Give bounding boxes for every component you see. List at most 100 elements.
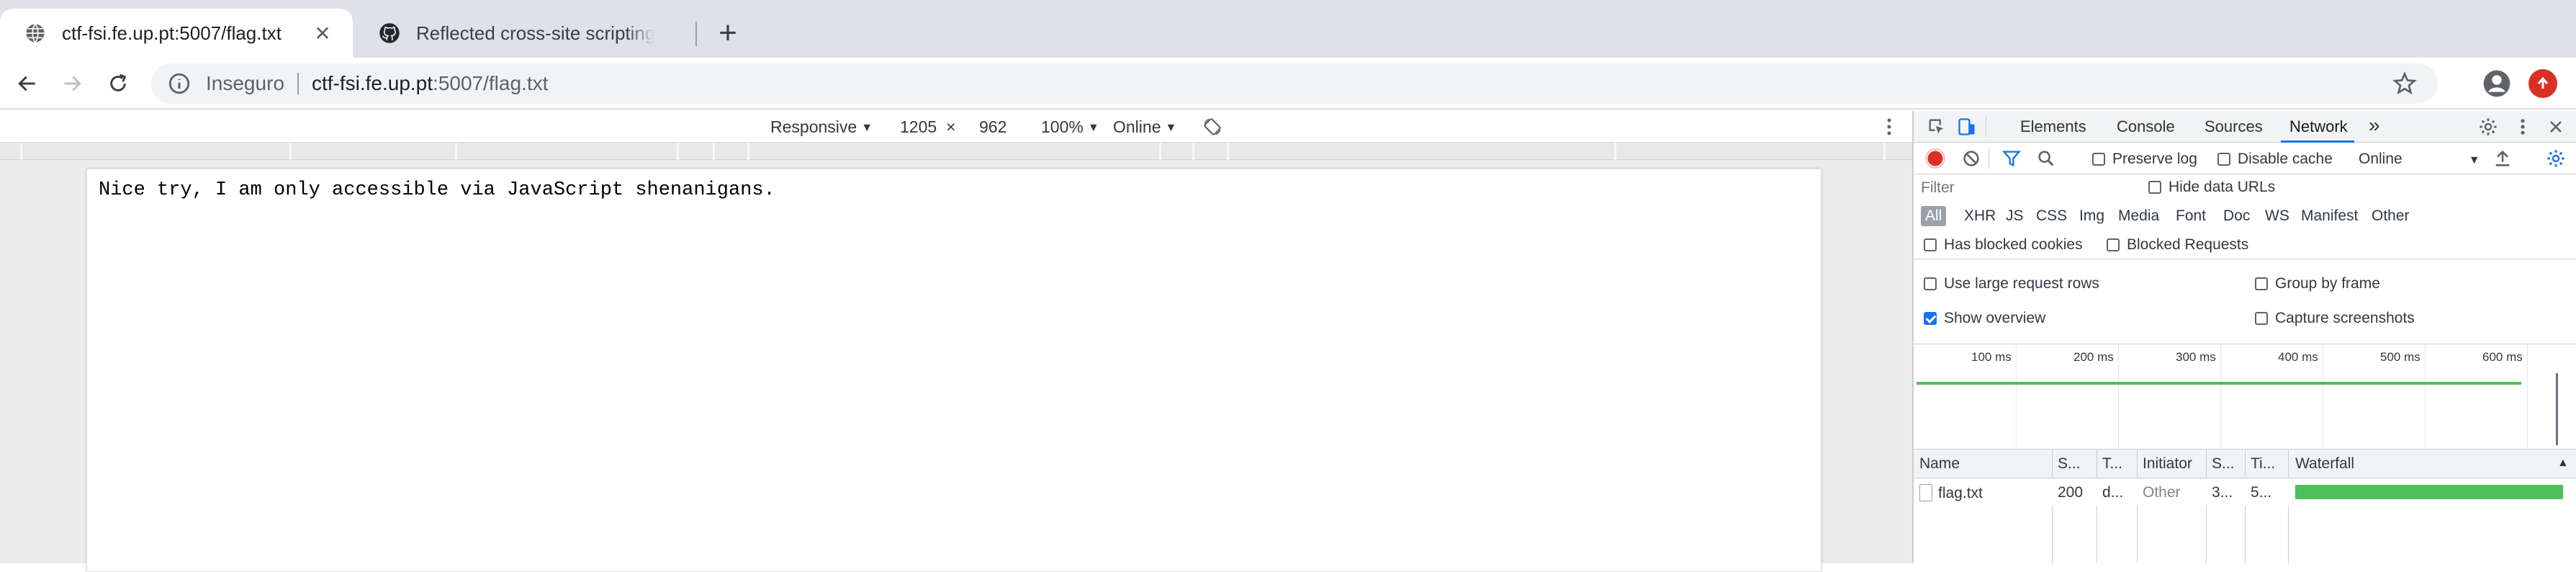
tick-line bbox=[2527, 344, 2528, 450]
new-tab-button[interactable]: + bbox=[710, 15, 746, 50]
column-divider[interactable] bbox=[2245, 450, 2246, 563]
record-icon[interactable] bbox=[1925, 148, 1945, 169]
star-icon[interactable] bbox=[2392, 71, 2418, 97]
checkbox[interactable] bbox=[1924, 277, 1937, 290]
tab-console[interactable]: Console bbox=[2117, 117, 2175, 136]
info-icon[interactable] bbox=[167, 71, 192, 96]
column-type[interactable]: T... bbox=[2102, 455, 2122, 473]
reload-button[interactable] bbox=[102, 68, 134, 99]
capture-screenshots-checkbox[interactable]: Capture screenshots bbox=[2255, 310, 2415, 327]
column-divider[interactable] bbox=[2052, 450, 2053, 563]
update-button[interactable] bbox=[2528, 69, 2557, 98]
url-path: :5007/flag.txt bbox=[433, 72, 549, 94]
document-icon bbox=[1919, 484, 1932, 501]
close-icon[interactable]: ✕ bbox=[308, 19, 337, 48]
settings-gear-icon[interactable] bbox=[2478, 117, 2498, 137]
type-filter-manifest[interactable]: Manifest bbox=[2297, 206, 2362, 226]
sort-up-icon[interactable]: ▲ bbox=[2557, 457, 2569, 470]
media-query-ruler bbox=[0, 143, 1912, 160]
type-filter-other[interactable]: Other bbox=[2367, 206, 2414, 226]
column-waterfall[interactable]: Waterfall bbox=[2295, 455, 2354, 473]
blocked-requests-checkbox[interactable]: Blocked Requests bbox=[2107, 236, 2248, 254]
column-divider[interactable] bbox=[2288, 450, 2289, 563]
inspect-element-icon[interactable] bbox=[1927, 117, 1947, 137]
checkbox[interactable] bbox=[2092, 153, 2105, 166]
close-icon[interactable] bbox=[655, 19, 684, 48]
height-field[interactable]: 962 bbox=[979, 117, 1006, 137]
tab-github[interactable]: Reflected cross-site scripting v bbox=[354, 9, 700, 58]
more-options-icon[interactable] bbox=[2513, 117, 2533, 137]
type-filter-css[interactable]: CSS bbox=[2032, 206, 2071, 226]
type-filter-xhr[interactable]: XHR bbox=[1960, 206, 2000, 226]
ruler-segment bbox=[1192, 143, 1194, 160]
tab-flag[interactable]: ctf-fsi.fe.up.pt:5007/flag.txt ✕ bbox=[0, 9, 353, 58]
checkbox[interactable] bbox=[2255, 312, 2268, 325]
hide-data-urls-label: Hide data URLs bbox=[2169, 179, 2276, 195]
network-select[interactable]: Online ▼ bbox=[1113, 117, 1176, 137]
tick-label: 600 ms bbox=[2482, 350, 2523, 364]
column-divider[interactable] bbox=[2206, 450, 2207, 563]
large-rows-checkbox[interactable]: Use large request rows bbox=[1924, 275, 2099, 292]
device-select[interactable]: Responsive ▼ bbox=[770, 117, 873, 137]
width-field[interactable]: 1205 bbox=[900, 117, 937, 137]
request-name-cell[interactable]: flag.txt bbox=[1919, 484, 1983, 502]
import-har-icon[interactable] bbox=[2492, 148, 2513, 169]
type-filter-img[interactable]: Img bbox=[2075, 206, 2109, 226]
checkbox[interactable] bbox=[2148, 181, 2161, 194]
rotate-icon[interactable] bbox=[1202, 117, 1222, 137]
disable-cache-checkbox[interactable]: Disable cache bbox=[2217, 151, 2333, 168]
network-overview[interactable]: 100 ms 200 ms 300 ms 400 ms 500 ms 600 m… bbox=[1914, 344, 2576, 450]
throttling-select[interactable]: Online ▼ bbox=[2359, 151, 2480, 168]
column-size[interactable]: S... bbox=[2212, 455, 2235, 473]
clear-icon[interactable] bbox=[1961, 148, 1981, 169]
checkbox-checked[interactable] bbox=[1924, 312, 1937, 325]
show-overview-checkbox[interactable]: Show overview bbox=[1924, 310, 2045, 327]
column-initiator[interactable]: Initiator bbox=[2143, 455, 2192, 473]
more-tabs-icon[interactable]: » bbox=[2369, 114, 2380, 137]
type-filter-js[interactable]: JS bbox=[2001, 206, 2028, 226]
network-settings-gear-icon[interactable] bbox=[2546, 148, 2566, 169]
type-filter-media[interactable]: Media bbox=[2114, 206, 2163, 226]
type-filter-ws[interactable]: WS bbox=[2261, 206, 2294, 226]
checkbox[interactable] bbox=[2255, 277, 2268, 290]
table-row[interactable]: flag.txt 200 d... Other 3... 5... bbox=[1914, 478, 2576, 506]
address-bar[interactable]: Inseguro ctf-fsi.fe.up.pt:5007/flag.txt bbox=[151, 63, 2438, 104]
device-toggle-icon[interactable] bbox=[1957, 117, 1977, 137]
checkbox[interactable] bbox=[2217, 153, 2230, 166]
tab-divider bbox=[695, 22, 697, 46]
profile-avatar-icon[interactable] bbox=[2482, 69, 2511, 98]
device-viewport: Responsive ▼ 1205 × 962 100% ▼ Online ▼ Nic… bbox=[0, 111, 1912, 572]
group-by-frame-checkbox[interactable]: Group by frame bbox=[2255, 275, 2380, 292]
tick-label: 100 ms bbox=[1971, 350, 2012, 364]
checkbox[interactable] bbox=[2107, 238, 2120, 251]
column-time[interactable]: Ti... bbox=[2251, 455, 2275, 473]
page-area: Nice try, I am only accessible via JavaS… bbox=[0, 160, 1912, 572]
preserve-log-checkbox[interactable]: Preserve log bbox=[2092, 151, 2197, 168]
request-initiator: Other bbox=[2143, 484, 2181, 501]
column-name[interactable]: Name bbox=[1919, 455, 1960, 473]
tab-sources[interactable]: Sources bbox=[2205, 117, 2263, 136]
back-button[interactable] bbox=[12, 68, 43, 99]
tab-elements[interactable]: Elements bbox=[2020, 117, 2086, 136]
group-by-frame-label: Group by frame bbox=[2275, 275, 2380, 292]
blocked-cookies-checkbox[interactable]: Has blocked cookies bbox=[1924, 236, 2083, 254]
dimension-times: × bbox=[946, 117, 956, 136]
type-filter-font[interactable]: Font bbox=[2171, 206, 2210, 226]
column-divider[interactable] bbox=[2137, 450, 2138, 563]
zoom-select[interactable]: 100% ▼ bbox=[1041, 117, 1099, 137]
search-icon[interactable] bbox=[2036, 148, 2056, 169]
capture-screenshots-label: Capture screenshots bbox=[2275, 310, 2415, 326]
zoom-label: 100% bbox=[1041, 117, 1084, 136]
hide-data-urls-checkbox[interactable]: Hide data URLs bbox=[2148, 179, 2275, 196]
forward-button[interactable] bbox=[56, 68, 88, 99]
filter-icon[interactable] bbox=[2001, 148, 2022, 169]
tab-network[interactable]: Network bbox=[2289, 117, 2348, 136]
filter-input[interactable] bbox=[1917, 177, 2153, 199]
close-icon[interactable] bbox=[2546, 117, 2566, 137]
checkbox[interactable] bbox=[1924, 238, 1937, 251]
type-filter-all[interactable]: All bbox=[1921, 206, 1947, 226]
type-filter-doc[interactable]: Doc bbox=[2219, 206, 2254, 226]
column-status[interactable]: S... bbox=[2058, 455, 2081, 473]
more-options-icon[interactable] bbox=[1882, 116, 1896, 138]
request-time: 5... bbox=[2251, 484, 2272, 501]
